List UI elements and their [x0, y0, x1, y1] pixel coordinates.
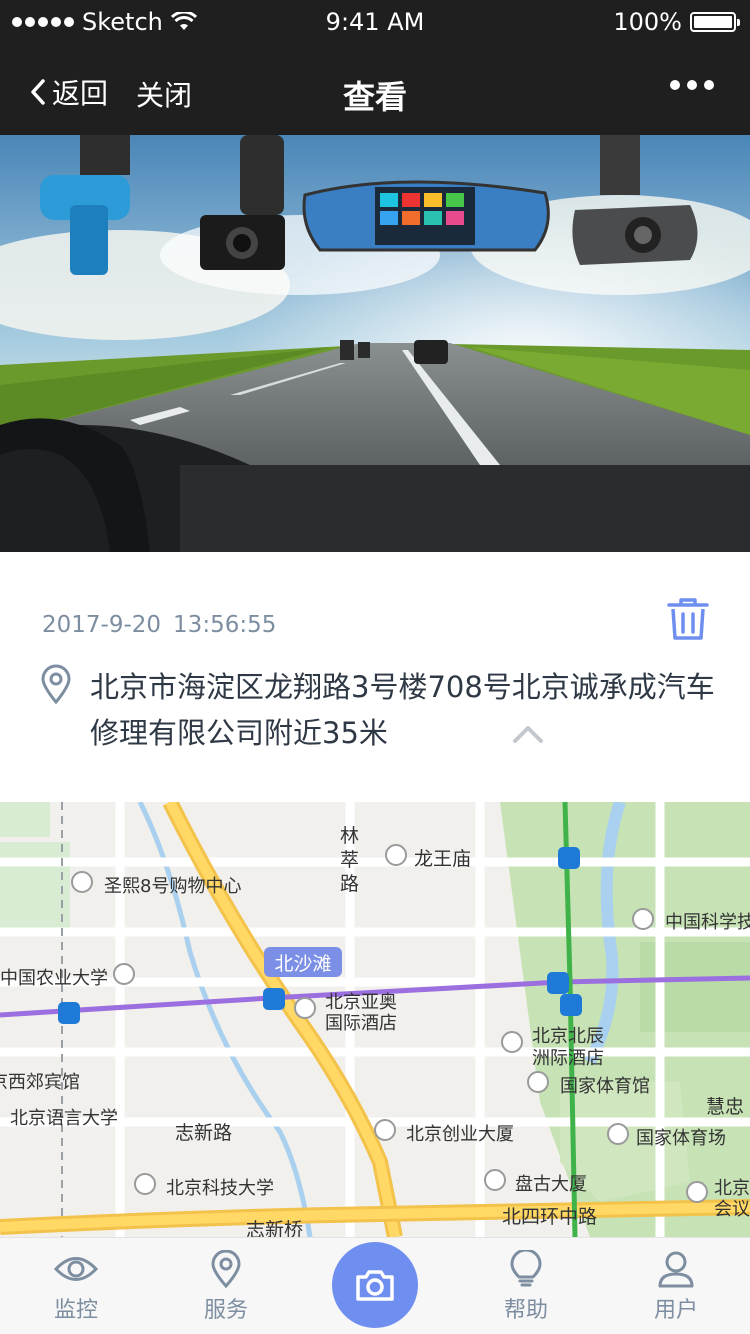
map-label: 国家体育场 — [636, 1128, 726, 1149]
tab-user[interactable]: 用户 — [621, 1250, 731, 1324]
map-label-road: 林萃路 — [340, 825, 360, 895]
map-label: 国际酒店 — [325, 1013, 397, 1034]
map-label: 北京科技大学 — [166, 1178, 274, 1199]
map-label: 国家体育馆 — [560, 1076, 650, 1097]
record-info: 2017-9-20 13:56:55 北京市海淀区龙翔路3号楼708号北京诚承成… — [0, 552, 750, 802]
map-label: 会议 — [714, 1199, 750, 1220]
nav-bar: 返回 关闭 查看 — [0, 44, 750, 135]
user-icon — [658, 1251, 694, 1288]
camera-button[interactable] — [332, 1242, 418, 1328]
battery-icon — [690, 12, 740, 32]
map-label-road: 北四环中路 — [502, 1206, 598, 1228]
tab-service[interactable]: 服务 — [171, 1250, 281, 1324]
map-label: 圣熙8号购物中心 — [104, 876, 242, 897]
dashcam-product-image — [0, 135, 750, 552]
more-menu-button[interactable] — [670, 80, 714, 90]
map-label: 盘古大厦 — [515, 1174, 587, 1195]
map-label: 北京语言大学 — [10, 1108, 118, 1129]
tab-help-label: 帮助 — [503, 1298, 548, 1323]
tab-help[interactable]: 帮助 — [471, 1250, 581, 1324]
collapse-chevron-up-icon[interactable] — [512, 722, 544, 746]
location-map[interactable]: 林萃路 龙王庙 圣熙8号购物中心 中国科学技 北沙滩 中国农业大学 北京亚奥 国… — [0, 802, 750, 1237]
top-bar: Sketch 9:41 AM 100% 返回 关闭 查看 — [0, 0, 750, 135]
record-date: 2017-9-20 — [42, 612, 162, 638]
record-datetime: 2017-9-20 13:56:55 — [42, 612, 276, 638]
record-address: 北京市海淀区龙翔路3号楼708号北京诚承成汽车修理有限公司附近35米 — [90, 670, 715, 750]
eye-icon — [53, 1257, 99, 1281]
map-label: 中国科学技 — [665, 912, 750, 933]
map-label: 京西郊宾馆 — [0, 1072, 80, 1093]
tab-watch[interactable]: 监控 — [21, 1250, 131, 1324]
tab-service-label: 服务 — [203, 1298, 248, 1323]
battery-percent: 100% — [613, 8, 682, 36]
map-label: 中国农业大学 — [0, 968, 108, 989]
trash-icon — [667, 598, 709, 640]
location-pin-icon — [211, 1250, 241, 1288]
map-label: 慧忠 — [706, 1096, 745, 1118]
map-label-road: 志新桥 — [246, 1219, 304, 1237]
map-label-beishatan: 北沙滩 — [274, 953, 332, 975]
tab-user-label: 用户 — [653, 1298, 698, 1323]
status-right: 100% — [613, 8, 740, 36]
map-label: 北京创业大厦 — [406, 1124, 514, 1145]
tab-watch-label: 监控 — [53, 1298, 98, 1323]
delete-button[interactable] — [666, 596, 710, 642]
record-time: 13:56:55 — [173, 612, 277, 638]
map-label-road: 志新路 — [175, 1122, 233, 1144]
map-label: 龙王庙 — [414, 848, 472, 870]
location-pin-icon — [41, 664, 71, 704]
lightbulb-icon — [510, 1250, 542, 1287]
camera-icon — [356, 1270, 394, 1301]
status-bar: Sketch 9:41 AM 100% — [0, 0, 750, 44]
page-title: 查看 — [342, 78, 407, 116]
hero-illustration — [0, 135, 750, 552]
map-label: 洲际酒店 — [532, 1048, 604, 1069]
